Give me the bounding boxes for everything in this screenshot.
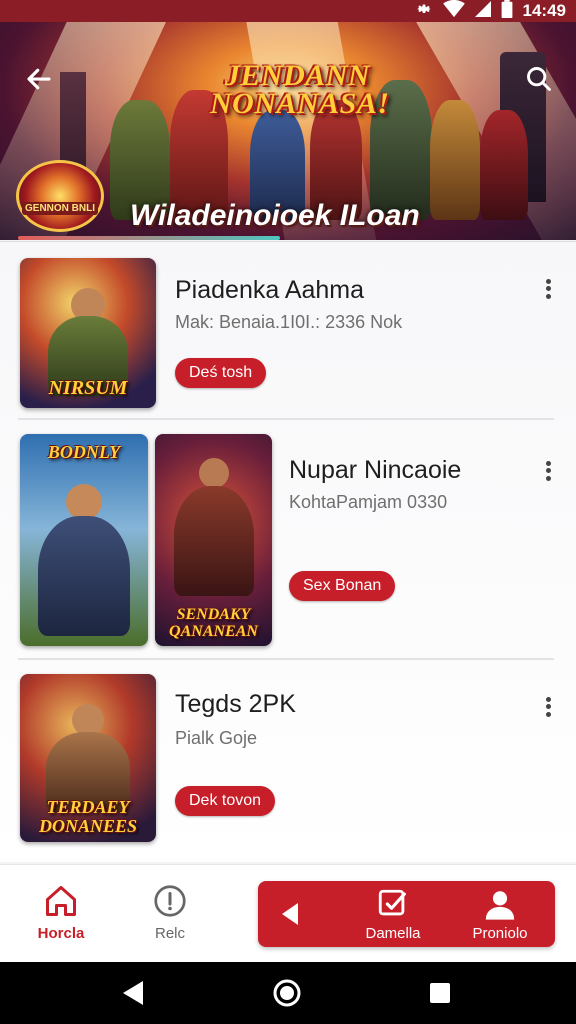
system-recents-button[interactable] [425, 978, 455, 1008]
list-item[interactable]: NIRSUM Piadenka Aahma Mak: Benaia.1I0I.:… [0, 242, 576, 420]
nav-item-home[interactable]: Horcla [16, 883, 106, 942]
info-icon [154, 885, 186, 917]
back-arrow-icon [27, 68, 51, 90]
hero-subtitle: Wiladeinoioek ILoan [130, 199, 420, 232]
list-item[interactable]: BODNLY SENDAKY QANANEAN Nupar Nincaoie K… [0, 420, 576, 660]
recents-square-icon [430, 983, 450, 1003]
hero-title: JENDANN NONANASA! [210, 59, 390, 120]
status-bar: 14:49 [0, 0, 576, 22]
game-emblem-logo: GENNON BNLI [16, 160, 104, 232]
item-subtitle: KohtaPamjam 0330 [289, 492, 448, 512]
nav-label: Proniolo [472, 925, 528, 942]
item-action-button[interactable]: Dek tovon [175, 786, 276, 816]
nav-item-damella[interactable]: Damella [348, 887, 438, 942]
thumb-label: SENDAKY QANANEAN [169, 606, 258, 640]
item-action-button[interactable]: Deś tosh [175, 358, 267, 388]
nav-label: Horcla [37, 925, 85, 942]
system-home-button[interactable] [272, 978, 302, 1008]
nav-action-group: Damella Proniolo [258, 881, 555, 947]
more-options-button[interactable] [536, 456, 560, 486]
thumb-label: TERDAEY DONANEES [38, 797, 138, 836]
status-time: 14:49 [522, 1, 566, 20]
play-left-icon [282, 903, 298, 925]
more-vert-icon [545, 697, 551, 703]
item-title: Tegds 2PK [175, 690, 296, 718]
person-icon [485, 891, 515, 920]
item-thumbnail[interactable]: SENDAKY QANANEAN [155, 434, 272, 646]
play-left-button[interactable] [280, 901, 300, 932]
nav-label: Damella [365, 925, 421, 942]
list-item[interactable]: TERDAEY DONANEES Tegds 2PK Pialk Goje De… [0, 660, 576, 860]
more-options-button[interactable] [536, 692, 560, 722]
content-list: NIRSUM Piadenka Aahma Mak: Benaia.1I0I.:… [0, 242, 576, 862]
search-button[interactable] [522, 62, 556, 96]
thumb-label: NIRSUM [48, 377, 128, 399]
item-subtitle: Pialk Goje [175, 728, 258, 748]
system-back-button[interactable] [118, 978, 148, 1008]
more-vert-icon [545, 461, 551, 467]
battery-icon [501, 0, 513, 23]
wifi-icon [442, 0, 465, 23]
system-navigation-bar [0, 962, 576, 1024]
nav-item-relc[interactable]: Relc [125, 883, 215, 942]
settings-icon [415, 0, 433, 23]
nav-item-proniolo[interactable]: Proniolo [455, 887, 545, 942]
search-icon [527, 67, 551, 91]
tab-indicator [18, 236, 280, 240]
back-button[interactable] [22, 62, 56, 96]
item-action-button[interactable]: Sex Bonan [289, 571, 396, 601]
item-title: Piadenka Aahma [175, 276, 365, 304]
item-thumbnail[interactable]: NIRSUM [20, 258, 156, 408]
bottom-navigation: Horcla Relc Damella Proniolo [0, 864, 576, 962]
edit-icon [378, 889, 406, 916]
thumb-label: BODNLY [47, 442, 121, 462]
back-triangle-icon [123, 981, 143, 1005]
item-title: Nupar Nincaoie [289, 456, 462, 484]
more-vert-icon [545, 279, 551, 285]
more-options-button[interactable] [536, 274, 560, 304]
home-icon [46, 886, 76, 916]
item-subtitle: Mak: Benaia.1I0I.: 2336 Nok [175, 312, 403, 332]
nav-label: Relc [154, 925, 185, 942]
signal-icon [474, 0, 491, 23]
hero-banner: GENNON BNLI JENDANN NONANASA! Wiladeinoi… [0, 22, 576, 240]
item-thumbnail[interactable]: BODNLY [20, 434, 148, 646]
item-thumbnail[interactable]: TERDAEY DONANEES [20, 674, 156, 842]
home-circle-icon [273, 979, 301, 1007]
